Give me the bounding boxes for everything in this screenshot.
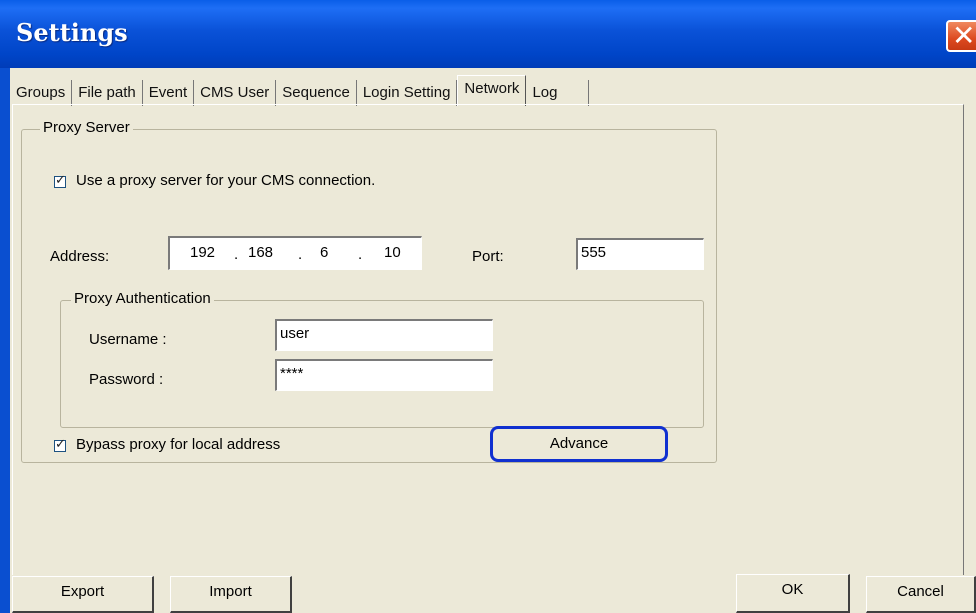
proxy-authentication-legend: Proxy Authentication bbox=[71, 290, 214, 307]
close-icon: ✕ bbox=[952, 19, 976, 52]
export-button[interactable]: Export bbox=[12, 576, 154, 613]
proxy-server-legend: Proxy Server bbox=[40, 119, 133, 136]
check-icon: ✓ bbox=[55, 437, 66, 452]
port-label: Port: bbox=[472, 248, 504, 265]
cancel-button[interactable]: Cancel bbox=[866, 576, 976, 613]
tab-log[interactable]: Log bbox=[526, 80, 590, 106]
ok-button[interactable]: OK bbox=[736, 574, 850, 613]
tab-groups[interactable]: Groups bbox=[10, 80, 73, 106]
tab-file-path[interactable]: File path bbox=[72, 80, 143, 106]
tab-network[interactable]: Network bbox=[457, 75, 527, 106]
password-input[interactable]: **** bbox=[275, 359, 493, 391]
use-proxy-label: Use a proxy server for your CMS connecti… bbox=[76, 172, 376, 189]
proxy-server-group: Proxy Server ✓ Use a proxy server for yo… bbox=[21, 119, 717, 463]
address-label: Address: bbox=[50, 248, 110, 265]
tab-cms-user[interactable]: CMS User bbox=[194, 80, 277, 106]
port-field[interactable]: 555 bbox=[576, 238, 704, 270]
window-title: Settings bbox=[16, 18, 128, 47]
network-panel: Proxy Server ✓ Use a proxy server for yo… bbox=[12, 104, 964, 575]
ip-dot-2: . bbox=[298, 246, 303, 263]
tab-login-setting[interactable]: Login Setting bbox=[357, 80, 458, 106]
tab-strip: Groups File path Event CMS User Sequence… bbox=[10, 75, 590, 106]
ip-octet-4: 10 bbox=[384, 244, 401, 261]
close-button[interactable]: ✕ bbox=[946, 19, 976, 52]
bypass-proxy-label: Bypass proxy for local address bbox=[76, 436, 281, 453]
ip-dot-1: . bbox=[234, 246, 239, 263]
tab-event[interactable]: Event bbox=[143, 80, 195, 106]
ip-dot-3: . bbox=[358, 246, 363, 263]
settings-window: Settings ✕ Groups File path Event CMS Us… bbox=[0, 0, 976, 613]
ip-octet-3: 6 bbox=[320, 244, 329, 261]
advance-button[interactable]: Advance bbox=[490, 426, 668, 462]
window-left-border bbox=[0, 68, 10, 613]
username-label: Username : bbox=[89, 331, 167, 348]
ip-address-field[interactable]: 192 . 168 . 6 . 10 bbox=[168, 236, 422, 270]
title-bar[interactable]: Settings ✕ bbox=[0, 0, 976, 68]
tab-sequence[interactable]: Sequence bbox=[276, 80, 357, 106]
import-button[interactable]: Import bbox=[170, 576, 292, 613]
ip-octet-2: 168 bbox=[248, 244, 274, 261]
use-proxy-checkbox[interactable]: ✓ bbox=[54, 173, 66, 188]
proxy-authentication-group: Proxy Authentication Username : user Pas… bbox=[60, 290, 704, 428]
ip-octet-1: 192 bbox=[190, 244, 216, 261]
password-label: Password : bbox=[89, 371, 164, 388]
username-input[interactable]: user bbox=[275, 319, 493, 351]
check-icon: ✓ bbox=[55, 173, 66, 188]
bypass-proxy-checkbox[interactable]: ✓ bbox=[54, 437, 66, 452]
